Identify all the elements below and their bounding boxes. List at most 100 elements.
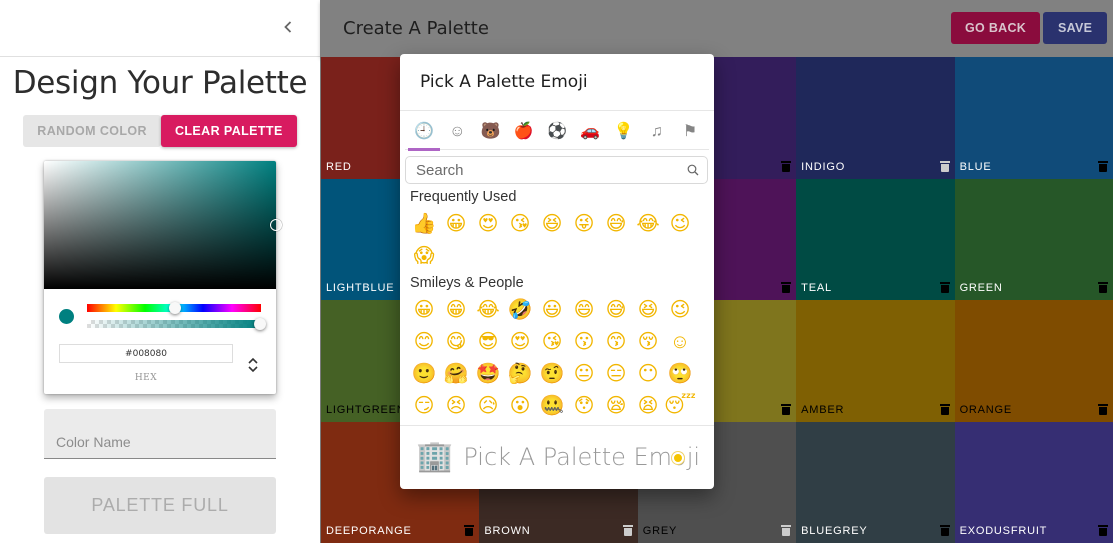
trash-icon[interactable] [1097,403,1108,415]
emoji-button[interactable]: 😏 [408,390,440,422]
emoji-button[interactable]: 😙 [600,326,632,358]
alpha-slider-handle[interactable] [254,318,266,330]
page-title: Design Your Palette [12,65,308,101]
go-back-button[interactable]: GO BACK [951,12,1041,44]
emoji-button[interactable]: 😱 [408,240,440,272]
emoji-button[interactable]: 😯 [568,390,600,422]
trash-icon[interactable] [464,525,475,536]
emoji-button[interactable]: 😜 [568,208,600,240]
emoji-button[interactable]: 😮 [504,390,536,422]
hex-input[interactable] [59,344,233,363]
trash-icon[interactable] [939,403,950,415]
emoji-button[interactable]: 😘 [536,326,568,358]
smiley-icon[interactable]: ☺ [441,118,473,150]
emoji-button[interactable]: 😍 [472,208,504,240]
color-box[interactable]: green [954,178,1113,300]
emoji-button[interactable]: 🤐 [536,390,568,422]
emoji-button[interactable]: 🤩 [472,358,504,390]
emoji-button[interactable]: 😁 [440,294,472,326]
emoji-button[interactable]: 🙂 [408,358,440,390]
emoji-search-input[interactable] [406,157,666,183]
emoji-button[interactable]: 😅 [600,208,632,240]
emoji-button[interactable]: 🙄 [664,358,696,390]
format-toggle-icon[interactable] [244,353,262,377]
trash-icon[interactable] [939,160,950,172]
flags-icon[interactable]: ⚑ [674,118,706,150]
emoji-button[interactable]: 😪 [600,390,632,422]
color-box[interactable]: exodusfruit [954,421,1113,543]
color-box-name: teal [801,282,832,294]
chevron-left-icon[interactable] [278,17,298,37]
objects-icon[interactable]: 💡 [608,118,640,150]
skin-tone-selector[interactable] [672,452,684,464]
color-box[interactable]: teal [796,178,955,300]
emoji-button[interactable]: 😉 [664,208,696,240]
emoji-button[interactable]: 😀 [408,294,440,326]
color-box[interactable]: orange [954,300,1113,422]
trash-icon[interactable] [1097,160,1108,172]
trash-icon[interactable] [781,525,792,536]
trash-icon[interactable] [1097,282,1108,293]
emoji-button[interactable]: 😀 [440,208,472,240]
emoji-button[interactable]: 🤣 [504,294,536,326]
emoji-button[interactable]: 😐 [568,358,600,390]
emoji-button[interactable]: 😗 [568,326,600,358]
color-box-name: lightgreen [326,403,406,416]
emoji-button[interactable]: 😄 [568,294,600,326]
emoji-button[interactable]: 🤔 [504,358,536,390]
animal-icon[interactable]: 🐻 [475,118,507,150]
hue-slider-handle[interactable] [169,302,181,314]
emoji-button[interactable]: 😉 [664,294,696,326]
trash-icon[interactable] [781,403,792,415]
emoji-button[interactable]: 😂 [472,294,504,326]
food-icon[interactable]: 🍎 [508,118,540,150]
add-color-button[interactable]: Palette Full [44,477,276,534]
emoji-button[interactable]: 😴 [664,390,696,422]
trash-icon[interactable] [939,525,950,536]
emoji-button[interactable]: 👍 [408,208,440,240]
emoji-button[interactable]: 😊 [408,326,440,358]
emoji-button[interactable]: 😶 [632,358,664,390]
emoji-button[interactable]: 😥 [472,390,504,422]
save-button[interactable]: SAVE [1043,12,1108,44]
emoji-button[interactable]: 😎 [472,326,504,358]
hex-label: HEX [134,373,158,383]
color-box[interactable]: blue [954,57,1113,179]
saturation-area[interactable] [44,161,282,289]
emoji-button[interactable]: 😃 [536,294,568,326]
emoji-button[interactable]: 😋 [440,326,472,358]
emoji-button[interactable]: 😚 [632,326,664,358]
emoji-button[interactable]: 😂 [632,208,664,240]
symbols-icon[interactable]: ♫ [641,118,673,150]
emoji-button[interactable]: 😍 [504,326,536,358]
emoji-button[interactable]: 😅 [600,294,632,326]
trash-icon[interactable] [781,160,792,172]
emoji-button[interactable]: ☺ [664,326,696,358]
emoji-button[interactable]: 🤨 [536,358,568,390]
clear-palette-button[interactable]: Clear Palette [160,115,297,147]
alpha-slider[interactable] [87,320,261,328]
color-box[interactable]: amber [796,300,955,422]
random-color-button[interactable]: Random Color [23,115,161,147]
trash-icon[interactable] [781,282,792,293]
color-box[interactable]: indigo [796,57,955,179]
emoji-scroll-area[interactable]: Frequently Used 👍 😀 😍 😘 😆 😜 😅 😂 😉 😱 Smileys & Peopl… [400,186,714,426]
trash-icon[interactable] [622,525,633,536]
color-box[interactable]: bluegrey [796,421,955,543]
trash-icon[interactable] [1097,525,1108,536]
emoji-button[interactable]: 😘 [504,208,536,240]
emoji-button[interactable]: 😆 [536,208,568,240]
travel-icon[interactable]: 🚗 [574,118,606,150]
color-box-name: exodusfruit [959,525,1048,537]
emoji-button[interactable]: 🤗 [440,358,472,390]
emoji-button[interactable]: 😑 [600,358,632,390]
emoji-button[interactable]: 😫 [632,390,664,422]
saturation-pointer[interactable] [270,219,282,231]
trash-icon[interactable] [939,282,950,293]
clock-icon[interactable]: 🕘 [408,118,440,151]
emoji-section-label: Frequently Used [410,189,517,205]
emoji-button[interactable]: 😣 [440,390,472,422]
color-name-field[interactable]: Color Name [44,409,276,459]
emoji-button[interactable]: 😆 [632,294,664,326]
activity-icon[interactable]: ⚽ [541,118,573,150]
